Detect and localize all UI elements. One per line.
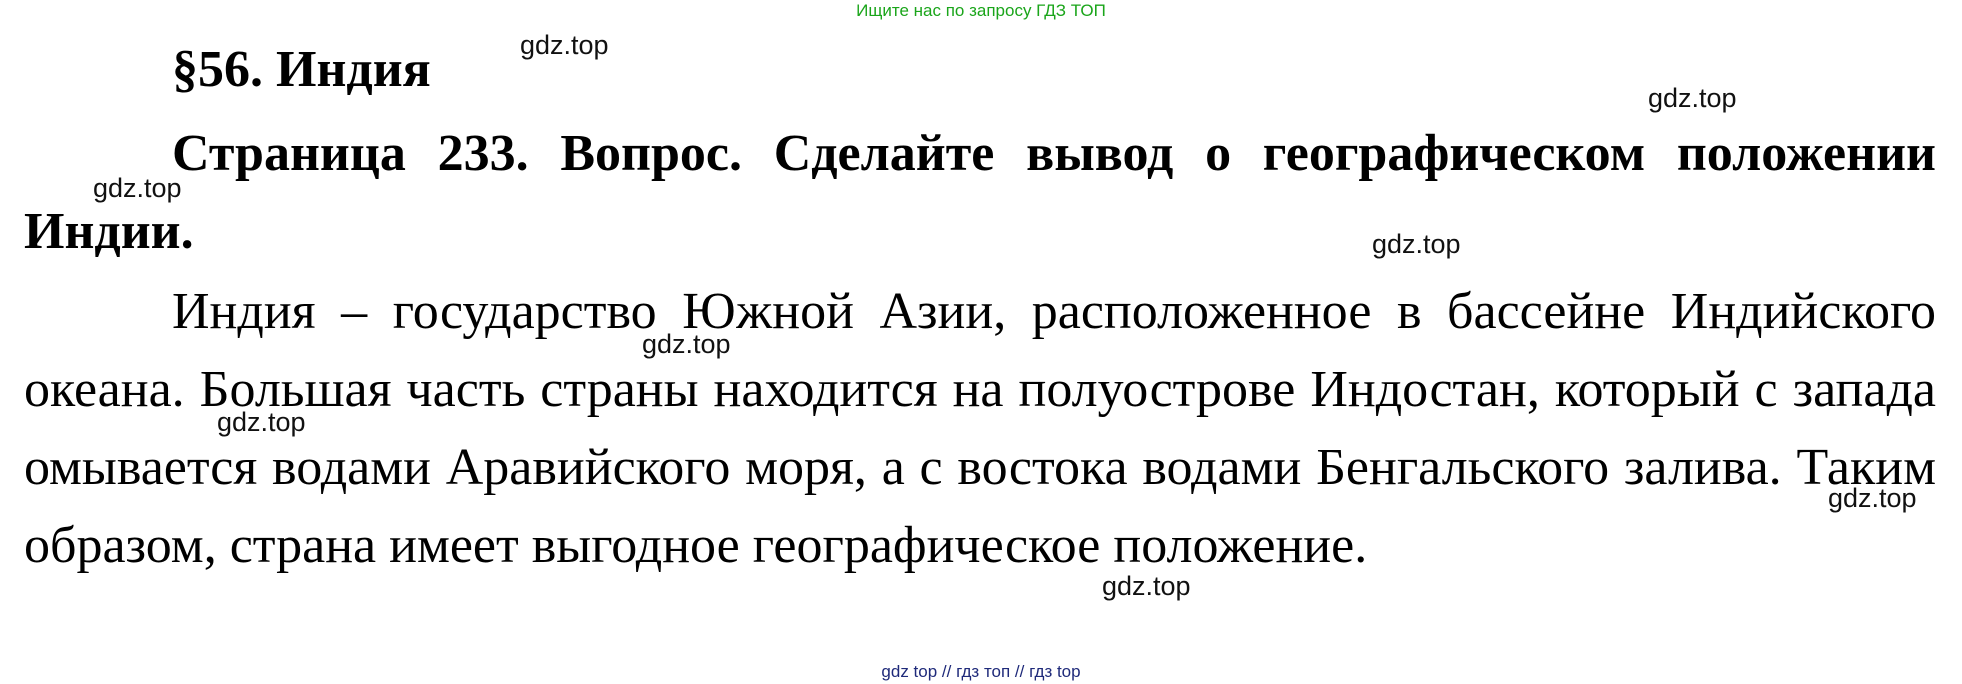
- watermark: gdz.top: [520, 30, 609, 60]
- footer-watermark: gdz top // гдз топ // гдз top: [881, 662, 1081, 681]
- watermark: gdz.top: [1828, 483, 1917, 513]
- section-heading: §56. Индия: [172, 41, 431, 98]
- watermark: gdz.top: [1102, 571, 1191, 601]
- watermark: gdz.top: [642, 329, 731, 359]
- watermark: gdz.top: [1372, 229, 1461, 259]
- watermark: gdz.top: [93, 173, 182, 203]
- question-text: Страница 233. Вопрос. Сделайте вывод о г…: [24, 125, 1936, 260]
- watermark: gdz.top: [217, 407, 306, 437]
- watermark: gdz.top: [1648, 83, 1737, 113]
- top-banner: Ищите нас по запросу ГДЗ ТОП: [856, 1, 1106, 20]
- answer-text: Индия – государство Южной Азии, располож…: [24, 283, 1936, 574]
